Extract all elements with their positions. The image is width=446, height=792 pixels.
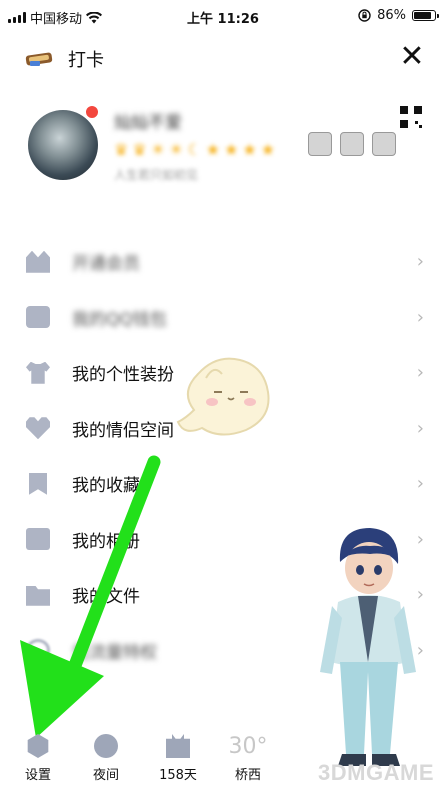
orientation-lock-icon	[358, 9, 371, 22]
status-bar: 中国移动 上午 11:26 86%	[0, 0, 446, 32]
menu-item-label: 我的收藏	[72, 476, 140, 497]
profile-card[interactable]: 灿灿不爱 ♛ ♛ ☀ ☀ ☾ ★ ★ ★ ★ 人生若只如初见	[28, 102, 428, 192]
clock-in-button[interactable]: 打卡	[24, 46, 104, 72]
menu-item-label: 我的QQ钱包	[72, 309, 167, 330]
chevron-right-icon: ›	[416, 362, 424, 384]
weather-location-label: 桥西	[234, 768, 261, 783]
chevron-right-icon: ›	[416, 417, 424, 439]
menu-item-favorites[interactable]: 我的收藏 ›	[0, 456, 446, 512]
mascot-sticker	[176, 357, 270, 436]
menu-item-label: 我的情侣空间	[72, 420, 174, 441]
menu-item-label: 我的相册	[72, 531, 140, 552]
level-star-icon: ★	[205, 140, 221, 159]
badge-icon	[340, 132, 364, 156]
level-sun-icon: ☀	[150, 140, 166, 159]
drawer-top-bar: 打卡 ✕	[0, 36, 446, 80]
close-icon[interactable]: ✕	[396, 42, 428, 74]
battery-icon	[412, 10, 439, 21]
qr-code-icon[interactable]	[400, 106, 422, 128]
wallet-icon	[26, 306, 50, 329]
clock-in-card-icon	[25, 52, 53, 66]
battery-percent: 86%	[377, 8, 406, 23]
shop-icon	[26, 250, 50, 273]
avatar[interactable]	[28, 110, 98, 180]
night-mode-button[interactable]: 夜间	[76, 734, 136, 783]
photo-icon	[26, 528, 50, 551]
status-right: 86%	[358, 8, 439, 23]
calendar-icon	[166, 734, 190, 758]
notification-dot	[84, 104, 100, 120]
shirt-icon	[26, 361, 50, 384]
level-icons[interactable]: ♛ ♛ ☀ ☀ ☾ ★ ★ ★ ★	[114, 140, 275, 159]
weather-temperature: 30°	[228, 734, 268, 759]
badge-icon	[308, 132, 332, 156]
level-star-icon: ★	[242, 140, 257, 159]
settings-label: 设置	[24, 768, 51, 783]
menu-item-label: 开通会员	[72, 254, 140, 275]
chevron-right-icon: ›	[416, 251, 424, 273]
moon-icon	[94, 734, 118, 758]
bookmark-icon	[29, 472, 47, 495]
signal-icon	[26, 639, 50, 662]
clock-in-label: 打卡	[68, 50, 104, 71]
settings-button[interactable]: 设置	[8, 734, 68, 783]
profile-nickname: 灿灿不爱	[114, 113, 182, 133]
level-moon-icon: ☾	[187, 140, 202, 159]
level-crown-icon: ♛	[114, 140, 129, 159]
heart-icon	[26, 417, 50, 440]
weather-button[interactable]: 30° 桥西	[218, 734, 278, 783]
chevron-right-icon: ›	[416, 473, 424, 495]
folder-icon	[26, 585, 50, 606]
level-star-icon: ★	[224, 140, 239, 159]
menu-item-label: 我的个性装扮	[72, 365, 174, 386]
watermark-logo: 3DMGAME	[318, 760, 434, 785]
chevron-right-icon: ›	[416, 306, 424, 328]
menu-item-label: 免流量特权	[72, 642, 157, 663]
menu-item-label: 我的文件	[72, 587, 140, 608]
badge-icon	[372, 132, 396, 156]
achievement-badges[interactable]	[308, 132, 396, 156]
menu-item-wallet[interactable]: 我的QQ钱包 ›	[0, 290, 446, 346]
menu-item-vip[interactable]: 开通会员 ›	[0, 234, 446, 290]
level-crown-icon: ♛	[132, 140, 147, 159]
night-mode-label: 夜间	[92, 768, 119, 783]
gear-icon	[27, 734, 49, 758]
level-sun-icon: ☀	[169, 140, 184, 159]
level-star-icon: ★	[260, 140, 276, 159]
days-label: 158天	[159, 768, 197, 783]
profile-signature: 人生若只如初见	[114, 168, 199, 182]
days-button[interactable]: 158天	[148, 734, 208, 783]
